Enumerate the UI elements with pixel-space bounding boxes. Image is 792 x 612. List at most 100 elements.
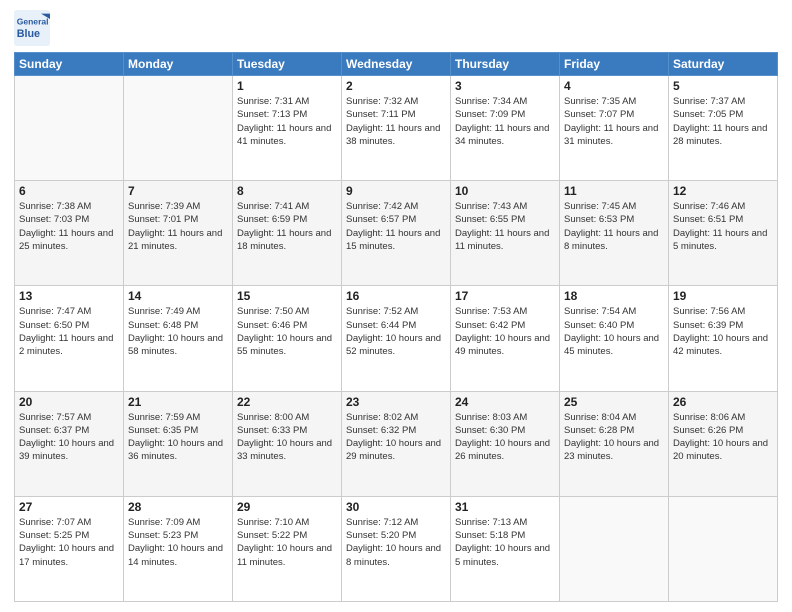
day-number: 20 (19, 395, 119, 409)
day-number: 13 (19, 289, 119, 303)
day-info: Sunrise: 7:56 AM Sunset: 6:39 PM Dayligh… (673, 305, 773, 358)
day-number: 29 (237, 500, 337, 514)
day-info: Sunrise: 8:06 AM Sunset: 6:26 PM Dayligh… (673, 411, 773, 464)
day-number: 16 (346, 289, 446, 303)
calendar-cell: 14Sunrise: 7:49 AM Sunset: 6:48 PM Dayli… (124, 286, 233, 391)
calendar-cell: 25 Sunrise: 8:04 AM Sunset: 6:28 PM Dayli… (560, 391, 669, 496)
day-number: 24 (455, 395, 555, 409)
calendar-cell: 18Sunrise: 7:54 AM Sunset: 6:40 PM Dayli… (560, 286, 669, 391)
weekday-header: Saturday (669, 53, 778, 76)
calendar-cell: 13Sunrise: 7:47 AM Sunset: 6:50 PM Dayli… (15, 286, 124, 391)
calendar-header: SundayMondayTuesdayWednesdayThursdayFrid… (15, 53, 778, 76)
day-info: Sunrise: 8:03 AM Sunset: 6:30 PM Dayligh… (455, 411, 555, 464)
calendar-cell: 4 Sunrise: 7:35 AM Sunset: 7:07 PM Daylig… (560, 76, 669, 181)
header: General Blue (14, 10, 778, 46)
day-number: 26 (673, 395, 773, 409)
day-number: 27 (19, 500, 119, 514)
calendar-cell: 11Sunrise: 7:45 AM Sunset: 6:53 PM Dayli… (560, 181, 669, 286)
page: General Blue SundayMondayTuesdayWednesda… (0, 0, 792, 612)
weekday-header: Tuesday (233, 53, 342, 76)
calendar-cell: 10 Sunrise: 7:43 AM Sunset: 6:55 PM Dayli… (451, 181, 560, 286)
calendar-cell: 23 Sunrise: 8:02 AM Sunset: 6:32 PM Dayli… (342, 391, 451, 496)
calendar-cell (15, 76, 124, 181)
calendar-cell: 31 Sunrise: 7:13 AM Sunset: 5:18 PM Dayli… (451, 496, 560, 601)
weekday-header: Wednesday (342, 53, 451, 76)
calendar-week-row: 20Sunrise: 7:57 AM Sunset: 6:37 PM Dayli… (15, 391, 778, 496)
calendar-cell: 26 Sunrise: 8:06 AM Sunset: 6:26 PM Dayli… (669, 391, 778, 496)
calendar-cell: 9 Sunrise: 7:42 AM Sunset: 6:57 PM Daylig… (342, 181, 451, 286)
day-info: Sunrise: 7:46 AM Sunset: 6:51 PM Dayligh… (673, 200, 773, 253)
svg-text:Blue: Blue (17, 28, 40, 40)
day-info: Sunrise: 7:12 AM Sunset: 5:20 PM Dayligh… (346, 516, 446, 569)
weekday-header: Friday (560, 53, 669, 76)
calendar-week-row: 27 Sunrise: 7:07 AM Sunset: 5:25 PM Dayli… (15, 496, 778, 601)
day-number: 6 (19, 184, 119, 198)
day-number: 9 (346, 184, 446, 198)
calendar-cell: 24 Sunrise: 8:03 AM Sunset: 6:30 PM Dayli… (451, 391, 560, 496)
day-info: Sunrise: 7:07 AM Sunset: 5:25 PM Dayligh… (19, 516, 119, 569)
day-info: Sunrise: 7:38 AM Sunset: 7:03 PM Dayligh… (19, 200, 119, 253)
calendar-cell: 17Sunrise: 7:53 AM Sunset: 6:42 PM Dayli… (451, 286, 560, 391)
day-info: Sunrise: 7:41 AM Sunset: 6:59 PM Dayligh… (237, 200, 337, 253)
day-info: Sunrise: 7:37 AM Sunset: 7:05 PM Dayligh… (673, 95, 773, 148)
day-number: 12 (673, 184, 773, 198)
day-number: 22 (237, 395, 337, 409)
day-number: 8 (237, 184, 337, 198)
weekday-header: Thursday (451, 53, 560, 76)
calendar-week-row: 6 Sunrise: 7:38 AM Sunset: 7:03 PM Daylig… (15, 181, 778, 286)
calendar-cell: 19 Sunrise: 7:56 AM Sunset: 6:39 PM Dayli… (669, 286, 778, 391)
day-number: 11 (564, 184, 664, 198)
calendar-cell: 1Sunrise: 7:31 AM Sunset: 7:13 PM Daylig… (233, 76, 342, 181)
day-number: 15 (237, 289, 337, 303)
day-number: 3 (455, 79, 555, 93)
calendar-week-row: 1Sunrise: 7:31 AM Sunset: 7:13 PM Daylig… (15, 76, 778, 181)
day-info: Sunrise: 7:09 AM Sunset: 5:23 PM Dayligh… (128, 516, 228, 569)
logo: General Blue (14, 10, 54, 46)
calendar-cell: 7 Sunrise: 7:39 AM Sunset: 7:01 PM Daylig… (124, 181, 233, 286)
day-number: 4 (564, 79, 664, 93)
calendar-cell: 5Sunrise: 7:37 AM Sunset: 7:05 PM Daylig… (669, 76, 778, 181)
day-info: Sunrise: 8:00 AM Sunset: 6:33 PM Dayligh… (237, 411, 337, 464)
day-info: Sunrise: 7:10 AM Sunset: 5:22 PM Dayligh… (237, 516, 337, 569)
day-info: Sunrise: 7:52 AM Sunset: 6:44 PM Dayligh… (346, 305, 446, 358)
day-number: 31 (455, 500, 555, 514)
calendar-body: 1Sunrise: 7:31 AM Sunset: 7:13 PM Daylig… (15, 76, 778, 602)
day-number: 14 (128, 289, 228, 303)
day-info: Sunrise: 7:35 AM Sunset: 7:07 PM Dayligh… (564, 95, 664, 148)
day-number: 1 (237, 79, 337, 93)
calendar-cell: 3Sunrise: 7:34 AM Sunset: 7:09 PM Daylig… (451, 76, 560, 181)
day-number: 19 (673, 289, 773, 303)
calendar-cell: 16 Sunrise: 7:52 AM Sunset: 6:44 PM Dayli… (342, 286, 451, 391)
calendar-cell: 20Sunrise: 7:57 AM Sunset: 6:37 PM Dayli… (15, 391, 124, 496)
day-number: 21 (128, 395, 228, 409)
day-info: Sunrise: 7:53 AM Sunset: 6:42 PM Dayligh… (455, 305, 555, 358)
logo-icon: General Blue (14, 10, 50, 46)
day-info: Sunrise: 8:04 AM Sunset: 6:28 PM Dayligh… (564, 411, 664, 464)
day-info: Sunrise: 7:39 AM Sunset: 7:01 PM Dayligh… (128, 200, 228, 253)
calendar-cell: 29 Sunrise: 7:10 AM Sunset: 5:22 PM Dayli… (233, 496, 342, 601)
weekday-header: Monday (124, 53, 233, 76)
day-number: 2 (346, 79, 446, 93)
day-number: 23 (346, 395, 446, 409)
day-number: 28 (128, 500, 228, 514)
day-info: Sunrise: 7:13 AM Sunset: 5:18 PM Dayligh… (455, 516, 555, 569)
day-info: Sunrise: 7:59 AM Sunset: 6:35 PM Dayligh… (128, 411, 228, 464)
calendar-cell (124, 76, 233, 181)
calendar-cell: 15Sunrise: 7:50 AM Sunset: 6:46 PM Dayli… (233, 286, 342, 391)
calendar-table: SundayMondayTuesdayWednesdayThursdayFrid… (14, 52, 778, 602)
calendar-cell (669, 496, 778, 601)
calendar-cell: 22 Sunrise: 8:00 AM Sunset: 6:33 PM Dayli… (233, 391, 342, 496)
day-info: Sunrise: 7:32 AM Sunset: 7:11 PM Dayligh… (346, 95, 446, 148)
header-row: SundayMondayTuesdayWednesdayThursdayFrid… (15, 53, 778, 76)
calendar-cell: 8 Sunrise: 7:41 AM Sunset: 6:59 PM Daylig… (233, 181, 342, 286)
day-number: 18 (564, 289, 664, 303)
day-number: 10 (455, 184, 555, 198)
day-info: Sunrise: 7:43 AM Sunset: 6:55 PM Dayligh… (455, 200, 555, 253)
calendar-cell: 12 Sunrise: 7:46 AM Sunset: 6:51 PM Dayli… (669, 181, 778, 286)
day-info: Sunrise: 7:42 AM Sunset: 6:57 PM Dayligh… (346, 200, 446, 253)
calendar-cell (560, 496, 669, 601)
day-number: 25 (564, 395, 664, 409)
day-number: 7 (128, 184, 228, 198)
svg-text:General: General (17, 16, 49, 26)
day-info: Sunrise: 8:02 AM Sunset: 6:32 PM Dayligh… (346, 411, 446, 464)
